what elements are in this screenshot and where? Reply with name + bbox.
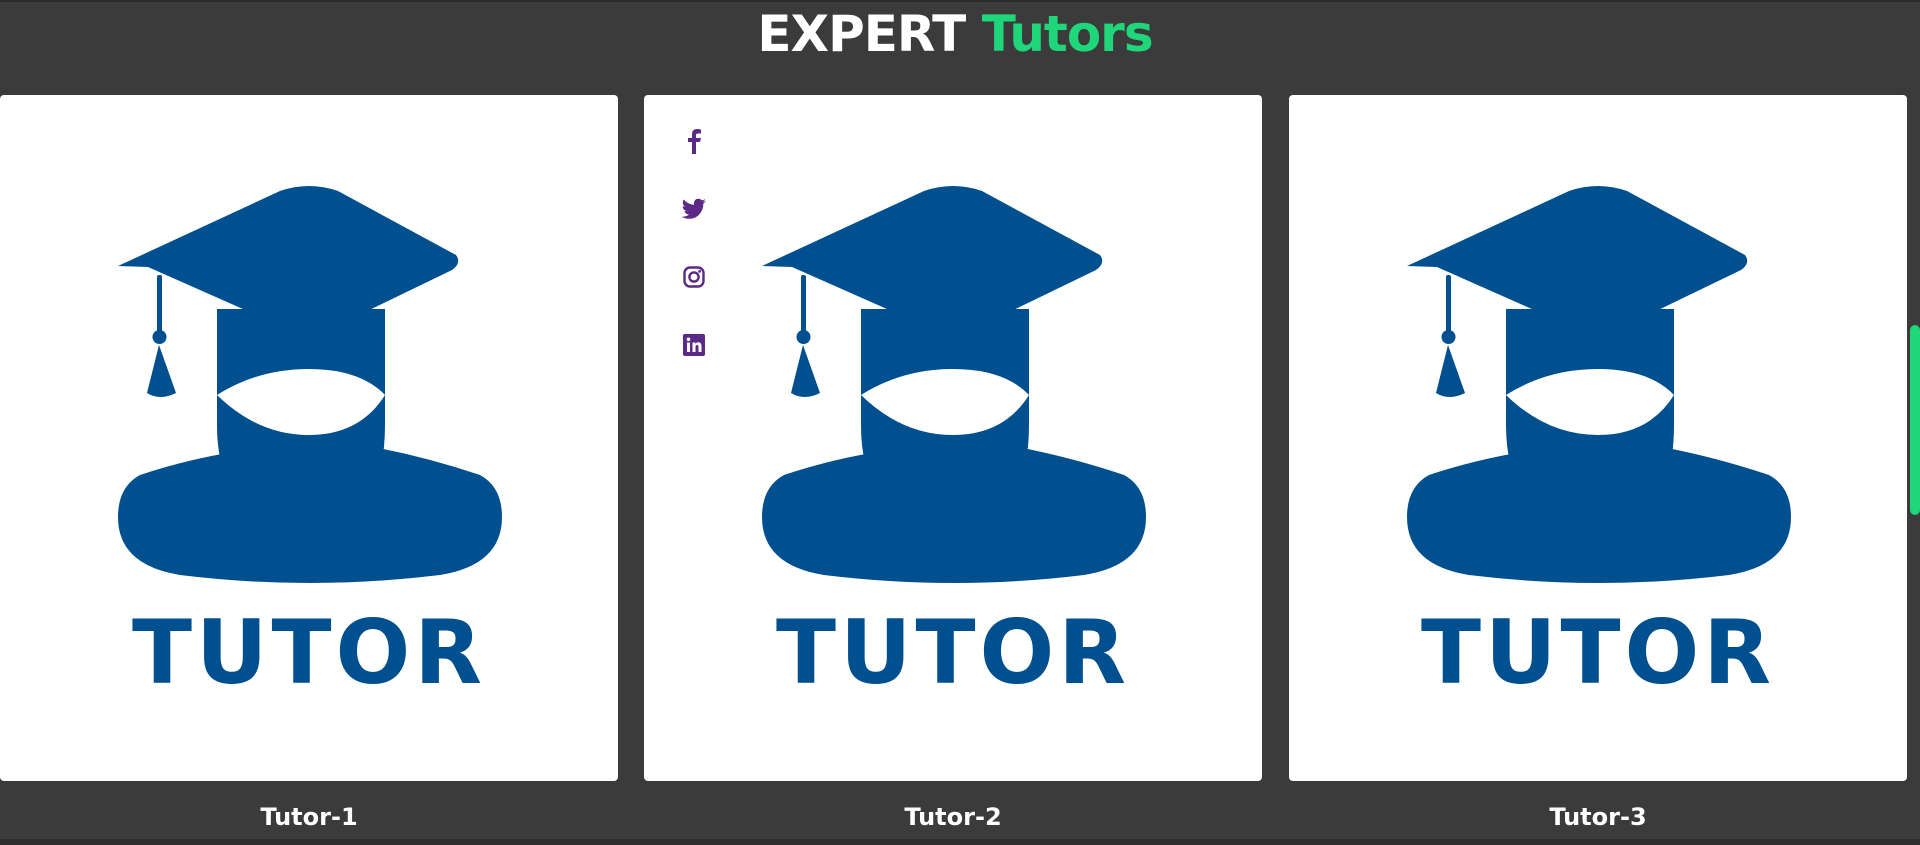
scrollbar-thumb[interactable]: [1910, 325, 1920, 515]
tutor-image: TUTOR: [1289, 95, 1907, 781]
social-links: [678, 125, 714, 397]
tutor-cards: TUTOR TUTOR TUTOR: [0, 95, 1910, 783]
tutor-card-2[interactable]: TUTOR: [644, 95, 1262, 781]
linkedin-icon[interactable]: [678, 329, 710, 361]
tutor-image-text: TUTOR: [1421, 601, 1775, 704]
bottom-border: [0, 839, 1920, 845]
tutors-page: EXPERT Tutors TUTOR TUTOR TUTOR Tutor-1 …: [0, 0, 1920, 845]
tutor-caption-3: Tutor-3: [1549, 803, 1647, 831]
graduate-avatar-icon: TUTOR: [762, 186, 1146, 704]
graduate-avatar-icon: TUTOR: [1407, 186, 1791, 704]
tutor-card-1[interactable]: TUTOR: [0, 95, 618, 781]
page-title: EXPERT Tutors: [0, 6, 1910, 62]
tutor-image-text: TUTOR: [776, 601, 1130, 704]
twitter-icon[interactable]: [678, 193, 710, 225]
tutor-card-3[interactable]: TUTOR: [1289, 95, 1907, 781]
instagram-icon[interactable]: [678, 261, 710, 293]
tutor-caption-1: Tutor-1: [260, 803, 358, 831]
tutor-caption-2: Tutor-2: [904, 803, 1002, 831]
graduate-avatar-icon: TUTOR: [118, 186, 502, 704]
tutor-image: TUTOR: [0, 95, 618, 781]
title-word-expert: EXPERT: [757, 5, 966, 63]
tutor-image-text: TUTOR: [132, 601, 486, 704]
title-word-tutors: Tutors: [981, 5, 1154, 63]
tutor-image: TUTOR: [644, 95, 1262, 781]
facebook-icon[interactable]: [678, 125, 710, 157]
